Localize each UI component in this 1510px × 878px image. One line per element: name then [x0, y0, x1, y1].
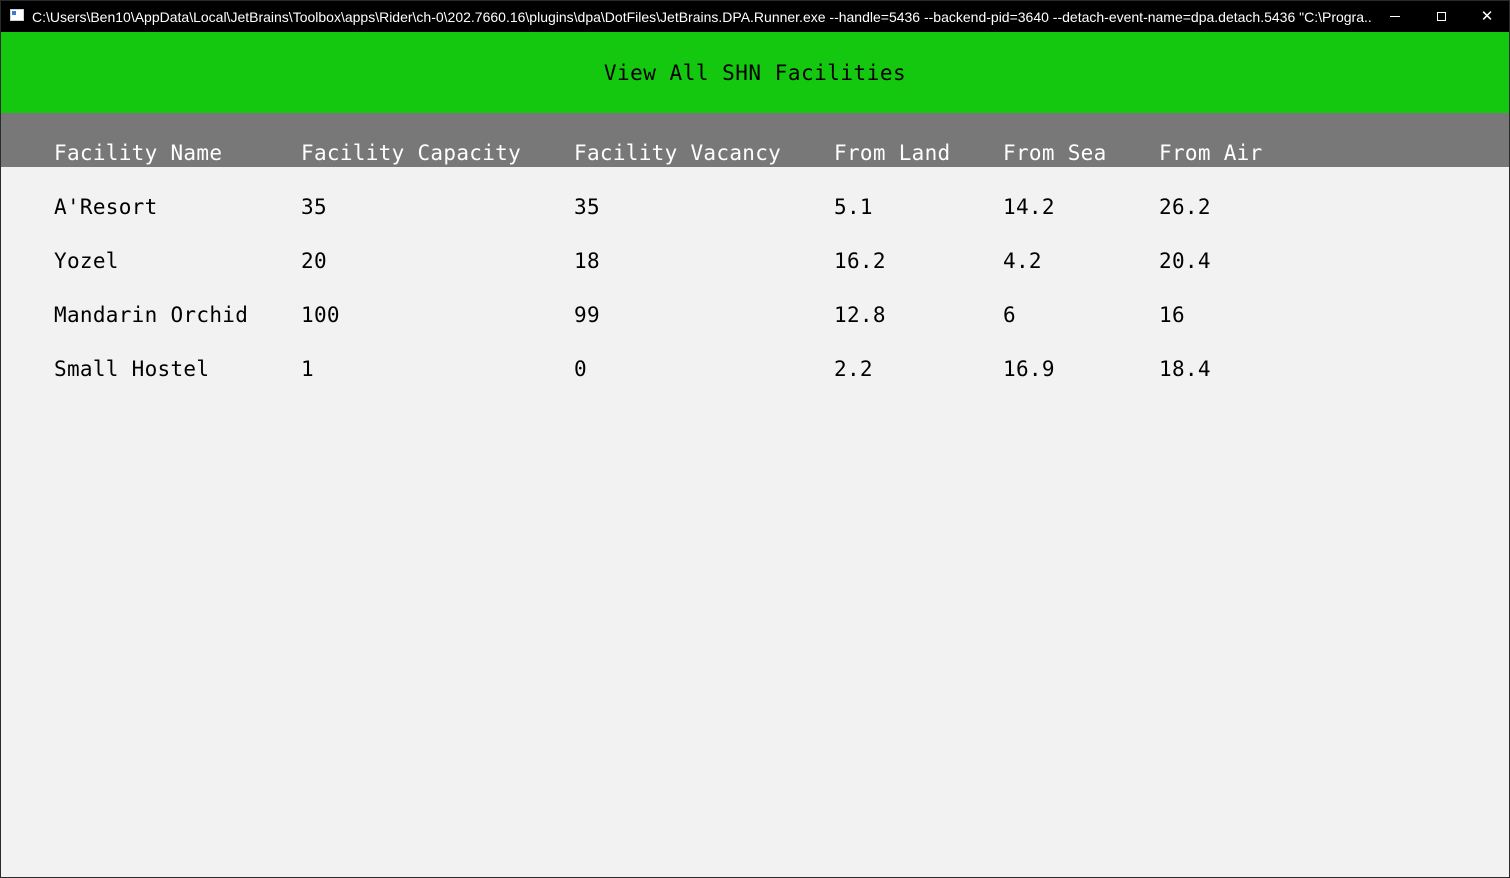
cell-from-air: 16 [1159, 303, 1185, 327]
cell-from-land: 12.8 [834, 303, 886, 327]
cell-facility-vacancy: 35 [574, 195, 600, 219]
cell-facility-name: Mandarin Orchid [54, 303, 249, 327]
table-row[interactable]: A'Resort 35 35 5.1 14.2 26.2 [1, 167, 1509, 221]
table-header: Facility Name Facility Capacity Facility… [1, 113, 1509, 167]
table-row[interactable]: Mandarin Orchid 100 99 12.8 6 16 [1, 275, 1509, 329]
cell-facility-name: Yozel [54, 249, 119, 273]
cell-from-air: 26.2 [1159, 195, 1211, 219]
cell-facility-vacancy: 18 [574, 249, 600, 273]
minimize-button[interactable] [1372, 1, 1418, 32]
table-row[interactable]: Small Hostel 1 0 2.2 16.9 18.4 [1, 329, 1509, 383]
window-title: C:\Users\Ben10\AppData\Local\JetBrains\T… [32, 9, 1372, 25]
close-icon: ✕ [1480, 8, 1494, 25]
minimize-icon [1390, 16, 1400, 17]
column-header-facility-name: Facility Name [54, 141, 223, 165]
cell-from-sea: 4.2 [1003, 249, 1042, 273]
column-header-from-sea: From Sea [1003, 141, 1107, 165]
cell-from-land: 2.2 [834, 357, 873, 381]
page-title: View All SHN Facilities [603, 60, 907, 85]
cell-facility-capacity: 1 [301, 357, 314, 381]
cell-facility-vacancy: 0 [574, 357, 587, 381]
column-header-from-land: From Land [834, 141, 951, 165]
maximize-button[interactable] [1418, 1, 1464, 32]
close-button[interactable]: ✕ [1464, 1, 1509, 32]
column-header-facility-vacancy: Facility Vacancy [574, 141, 782, 165]
app-window: C:\Users\Ben10\AppData\Local\JetBrains\T… [0, 0, 1510, 878]
cell-from-sea: 16.9 [1003, 357, 1055, 381]
cell-from-land: 5.1 [834, 195, 873, 219]
cell-from-sea: 6 [1003, 303, 1016, 327]
cell-facility-capacity: 35 [301, 195, 327, 219]
maximize-icon [1436, 12, 1446, 21]
cell-from-air: 20.4 [1159, 249, 1211, 273]
table-row[interactable]: Yozel 20 18 16.2 4.2 20.4 [1, 221, 1509, 275]
cell-facility-name: Small Hostel [54, 357, 210, 381]
title-bar[interactable]: C:\Users\Ben10\AppData\Local\JetBrains\T… [1, 1, 1509, 32]
cell-from-land: 16.2 [834, 249, 886, 273]
cell-from-sea: 14.2 [1003, 195, 1055, 219]
header-banner: View All SHN Facilities [1, 32, 1509, 113]
app-icon [10, 9, 24, 21]
cell-facility-capacity: 100 [301, 303, 340, 327]
column-header-from-air: From Air [1159, 141, 1263, 165]
column-header-facility-capacity: Facility Capacity [301, 141, 522, 165]
cell-facility-capacity: 20 [301, 249, 327, 273]
cell-from-air: 18.4 [1159, 357, 1211, 381]
cell-facility-vacancy: 99 [574, 303, 600, 327]
cell-facility-name: A'Resort [54, 195, 158, 219]
